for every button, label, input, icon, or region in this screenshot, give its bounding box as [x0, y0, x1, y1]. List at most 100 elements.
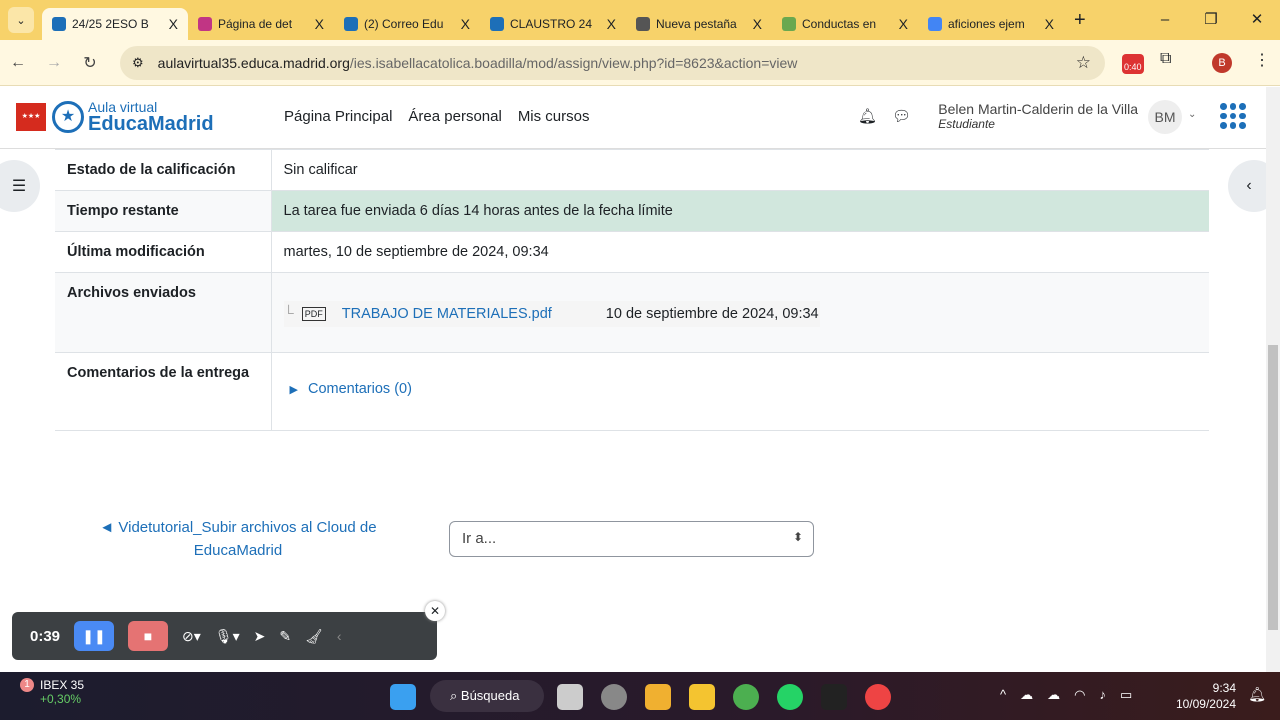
select-arrows-icon: ⬍	[792, 530, 803, 544]
nav-pagina-principal[interactable]: Página Principal	[284, 108, 392, 125]
submitted-file: └ PDF TRABAJO DE MATERIALES.pdf 10 de septi…	[283, 301, 820, 327]
madrid-flag-logo: ★★★	[16, 103, 46, 131]
recording-time: 0:39	[30, 627, 61, 645]
file-link[interactable]: TRABAJO DE MATERIALES.pdf	[342, 306, 606, 322]
caret-right-icon: ▶	[289, 384, 298, 396]
notifications-icon[interactable]: 🔔︎	[1248, 686, 1266, 703]
tab[interactable]: (2) Correo Edu X	[334, 8, 480, 40]
tab[interactable]: Nueva pestaña X	[626, 8, 772, 40]
jump-to-select[interactable]: Ir a... ⬍	[449, 521, 814, 557]
favicon-icon	[782, 17, 796, 31]
tab-title: 24/25 2ESO B	[72, 17, 149, 31]
new-tab-button[interactable]: +	[1074, 9, 1086, 32]
url-host: aulavirtual35.educa.madrid.org	[157, 55, 350, 71]
cursor-tool-icon[interactable]: ➤	[254, 628, 266, 645]
camera-off-icon[interactable]: ⊘▾	[182, 628, 201, 645]
tab[interactable]: aficiones ejem X	[918, 8, 1064, 40]
scrollbar-thumb[interactable]	[1268, 345, 1278, 630]
chevron-down-icon[interactable]: ⌄	[1188, 109, 1196, 120]
notifications-bell-icon[interactable]: 🔔︎	[858, 107, 877, 125]
nav-mis-cursos[interactable]: Mis cursos	[518, 108, 590, 125]
page-scrollbar[interactable]	[1266, 87, 1280, 672]
tab[interactable]: Conductas en X	[772, 8, 918, 40]
site-info-icon[interactable]: ⚙	[132, 55, 144, 71]
user-role: Estudiante	[938, 117, 995, 131]
tab-close-button[interactable]: X	[315, 16, 324, 32]
eraser-tool-icon[interactable]: 🧹︎	[305, 628, 323, 645]
forward-button[interactable]: →	[36, 54, 72, 72]
logo-icon: ★	[52, 101, 84, 133]
profile-avatar[interactable]: B	[1212, 53, 1232, 73]
date: 10/09/2024	[1175, 697, 1236, 711]
app-icon[interactable]	[645, 684, 671, 710]
favicon-icon	[636, 17, 650, 31]
tab[interactable]: CLAUSTRO 24 X	[480, 8, 626, 40]
back-button[interactable]: ←	[0, 54, 36, 72]
app-icon[interactable]	[821, 684, 847, 710]
url-input[interactable]: ⚙ aulavirtual35.educa.madrid.org/ies.isa…	[120, 46, 1105, 80]
tab-title: aficiones ejem	[948, 17, 1025, 31]
comments-toggle[interactable]: ▶ Comentarios (0)	[290, 381, 1198, 397]
tab-title: Página de det	[218, 17, 293, 31]
tab-bar: ⌄ 24/25 2ESO B X Página de det X (2) Correo …	[0, 0, 1280, 40]
minimize-button[interactable]: –	[1142, 0, 1188, 40]
table-row: Comentarios de la entrega ▶ Comentarios (0…	[55, 352, 1209, 431]
messages-icon[interactable]: 💬︎	[892, 107, 911, 125]
previous-activity-link[interactable]: ◄ Videtutorial_Subir archivos al Cloud d…	[90, 516, 386, 562]
row-label: Última modificación	[55, 231, 272, 273]
reload-button[interactable]: ↻	[72, 53, 108, 73]
tab-close-button[interactable]: X	[1045, 16, 1054, 32]
tab-close-button[interactable]: X	[607, 16, 616, 32]
maximize-button[interactable]: ❐	[1188, 0, 1234, 40]
site-header: ★★★ ★ Aula virtual EducaMadrid Página Pri…	[0, 87, 1266, 149]
collapse-icon[interactable]: ‹	[337, 628, 342, 644]
nav-area-personal[interactable]: Área personal	[408, 108, 501, 125]
tab-close-button[interactable]: X	[753, 16, 762, 32]
row-label: Comentarios de la entrega	[55, 352, 272, 431]
stock-widget[interactable]: 1 IBEX 35 +0,30%	[20, 678, 84, 706]
user-info[interactable]: Belen Martin-Calderin de la Villa Estudi…	[938, 101, 1138, 131]
settings-icon[interactable]	[601, 684, 627, 710]
tab-close-button[interactable]: X	[169, 16, 178, 32]
taskbar-search[interactable]: ⌕ Búsqueda	[430, 680, 544, 712]
stop-button[interactable]: ■	[128, 621, 169, 651]
extensions-icon[interactable]: ⧉	[1160, 50, 1171, 68]
task-view-icon[interactable]	[557, 684, 583, 710]
educamadrid-logo[interactable]: ★ Aula virtual EducaMadrid	[52, 100, 214, 134]
tab-close-button[interactable]: X	[899, 16, 908, 32]
user-avatar[interactable]: BM	[1148, 100, 1182, 134]
tab-search-button[interactable]: ⌄	[8, 7, 34, 33]
tab[interactable]: Página de det X	[188, 8, 334, 40]
url-path: /ies.isabellacatolica.boadilla/mod/assig…	[349, 55, 798, 71]
pdf-icon: PDF	[301, 307, 326, 321]
chrome-profile-icon[interactable]	[865, 684, 891, 710]
tab-close-button[interactable]: X	[461, 16, 470, 32]
table-row: Última modificación martes, 10 de septiem…	[55, 231, 1209, 273]
menu-icon[interactable]: ⋮	[1254, 50, 1270, 70]
whatsapp-icon[interactable]	[777, 684, 803, 710]
apps-grid-icon[interactable]	[1220, 103, 1246, 129]
mic-off-icon[interactable]: 🎙︎▾	[215, 628, 240, 645]
submission-status-table: Estado de la calificación Sin calificar T…	[55, 149, 1209, 431]
recorder-close-button[interactable]: ✕	[425, 601, 445, 621]
tab[interactable]: 24/25 2ESO B X	[42, 8, 188, 40]
system-tray[interactable]: ^☁☁◠♪▭	[1000, 687, 1146, 703]
row-label: Tiempo restante	[55, 190, 272, 232]
recorder-extension-icon[interactable]: 0:40	[1122, 54, 1144, 74]
bookmark-star-icon[interactable]: ☆	[1076, 53, 1091, 73]
close-window-button[interactable]: ✕	[1234, 0, 1280, 40]
tab-title: CLAUSTRO 24	[510, 17, 593, 31]
pen-tool-icon[interactable]: ✎	[279, 628, 291, 645]
clock[interactable]: 9:34 10/09/2024	[1176, 680, 1236, 712]
logo-bottom: EducaMadrid	[88, 113, 214, 135]
course-index-toggle[interactable]: ☰	[0, 160, 40, 212]
start-button[interactable]	[390, 684, 416, 710]
grading-status: Sin calificar	[271, 149, 1209, 191]
table-row: Estado de la calificación Sin calificar	[55, 149, 1209, 191]
chrome-icon[interactable]	[733, 684, 759, 710]
pause-button[interactable]: ❚❚	[74, 621, 115, 651]
stock-change: +0,30%	[40, 692, 82, 706]
file-explorer-icon[interactable]	[689, 684, 715, 710]
stock-name: IBEX 35	[40, 678, 85, 692]
comments-link[interactable]: Comentarios (0)	[308, 381, 412, 397]
